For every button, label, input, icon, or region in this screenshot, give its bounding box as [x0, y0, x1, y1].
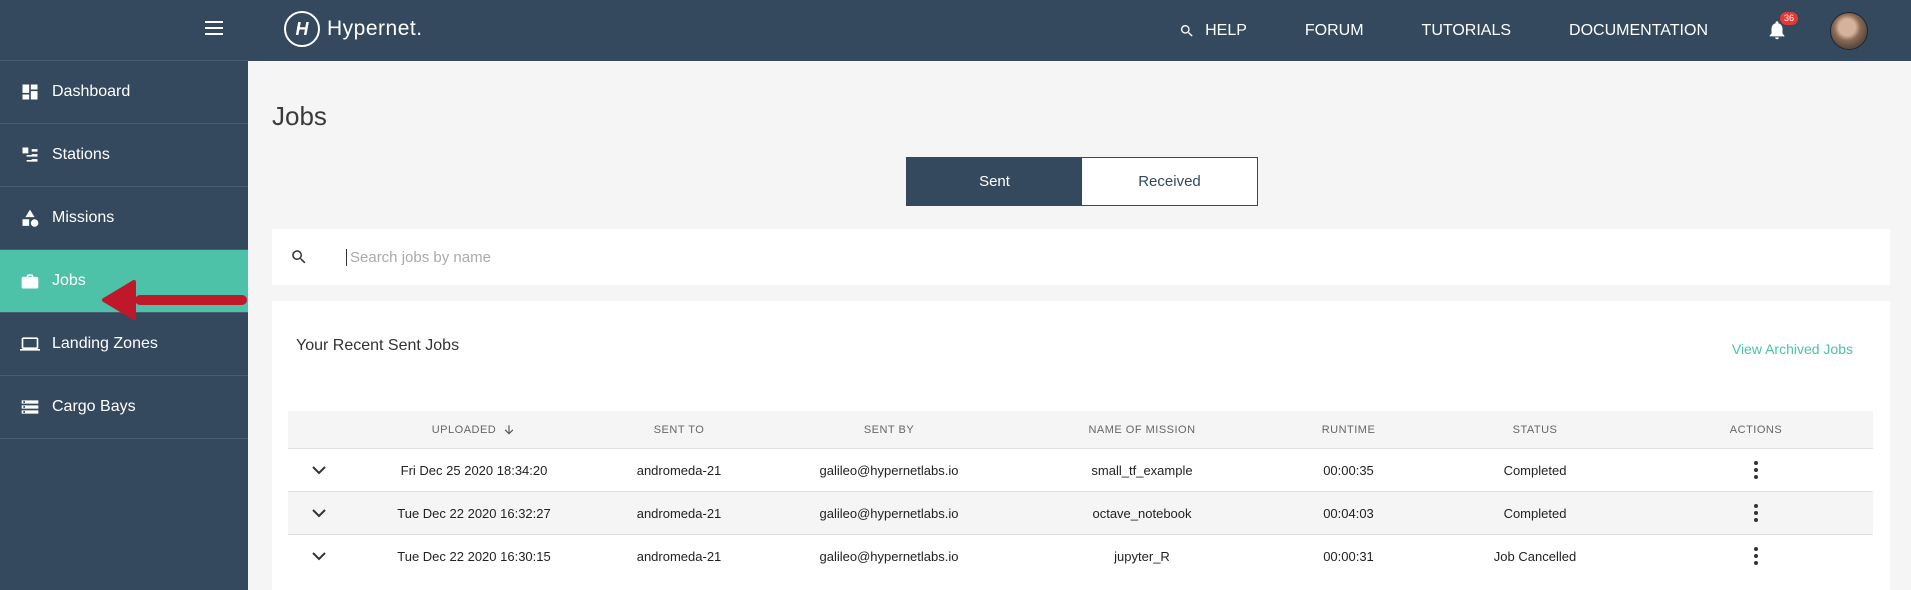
brand-logo[interactable]: H Hypernet. [284, 11, 423, 47]
tab-sent[interactable]: Sent [907, 158, 1082, 205]
menu-toggle-icon[interactable] [205, 21, 223, 35]
table-header: UPLOADED SENT TO SENT BY NAME OF MISSION… [288, 411, 1873, 448]
more-actions-icon[interactable] [1754, 547, 1758, 565]
cell-sent-to: andromeda-21 [636, 505, 722, 521]
header-status: STATUS [1512, 423, 1558, 436]
jobs-table: UPLOADED SENT TO SENT BY NAME OF MISSION… [288, 411, 1873, 577]
expand-chevron-icon[interactable] [312, 508, 326, 518]
laptop-icon [20, 334, 40, 354]
sent-received-toggle: Sent Received [906, 157, 1258, 206]
more-actions-icon[interactable] [1754, 504, 1758, 522]
sidebar-item-cargo-bays[interactable]: Cargo Bays [0, 376, 248, 439]
recent-jobs-card: Your Recent Sent Jobs View Archived Jobs… [272, 301, 1890, 590]
section-title: Your Recent Sent Jobs [296, 337, 460, 354]
avatar[interactable] [1830, 11, 1868, 50]
sidebar-item-label: Missions [52, 209, 115, 226]
cell-sent-to: andromeda-21 [636, 548, 722, 564]
storage-icon [20, 397, 40, 417]
table-row: Fri Dec 25 2020 18:34:20 andromeda-21 ga… [288, 448, 1873, 491]
cell-status: Job Cancelled [1493, 548, 1577, 564]
table-row: Tue Dec 22 2020 16:32:27 andromeda-21 ga… [288, 491, 1873, 534]
sidebar-item-landing-zones[interactable]: Landing Zones [0, 313, 248, 376]
top-bar: H Hypernet. HELP FORUM TUTORIALS DOCUMEN… [248, 0, 1911, 61]
header-sent-by: SENT BY [863, 423, 915, 436]
logo-mark: H [284, 11, 320, 47]
cell-sent-by: galileo@hypernetlabs.io [819, 548, 959, 564]
tutorials-link[interactable]: TUTORIALS [1422, 22, 1512, 40]
cell-uploaded: Tue Dec 22 2020 16:32:27 [397, 505, 551, 521]
header-mission: NAME OF MISSION [1088, 423, 1196, 436]
brand-name: Hypernet. [327, 17, 423, 40]
cell-sent-by: galileo@hypernetlabs.io [819, 505, 959, 521]
cell-runtime: 00:04:03 [1323, 505, 1374, 521]
sidebar-item-label: Stations [52, 146, 110, 163]
header-runtime: RUNTIME [1321, 423, 1376, 436]
search-icon [1181, 24, 1193, 37]
top-nav: HELP FORUM TUTORIALS DOCUMENTATION 36 [1179, 0, 1911, 61]
main-content: Jobs Sent Received Your Recent Sent Jobs… [248, 61, 1911, 590]
forum-link[interactable]: FORUM [1305, 22, 1364, 40]
cell-status: Completed [1503, 505, 1567, 521]
notifications-button[interactable]: 36 [1766, 11, 1799, 43]
cell-runtime: 00:00:31 [1323, 548, 1374, 564]
search-bar [272, 229, 1890, 285]
sidebar-item-stations[interactable]: Stations [0, 124, 248, 187]
sidebar-item-dashboard[interactable]: Dashboard [0, 61, 248, 124]
cell-mission: jupyter_R [1114, 548, 1170, 564]
search-input[interactable] [346, 248, 1746, 266]
sidebar-nav: Dashboard Stations Missions Jobs Landing… [0, 61, 248, 439]
sidebar-item-label: Cargo Bays [52, 398, 136, 415]
sort-uploaded-header[interactable]: UPLOADED [350, 423, 598, 437]
expand-chevron-icon[interactable] [312, 551, 326, 561]
help-label: HELP [1205, 21, 1247, 39]
page-title: Jobs [272, 101, 327, 131]
header-actions: ACTIONS [1729, 423, 1783, 436]
dashboard-icon [20, 82, 40, 102]
cell-sent-to: andromeda-21 [636, 462, 722, 478]
cell-status: Completed [1503, 462, 1567, 478]
view-archived-jobs-link[interactable]: View Archived Jobs [1732, 341, 1853, 357]
cell-mission: octave_notebook [1092, 505, 1192, 521]
cell-uploaded: Tue Dec 22 2020 16:30:15 [397, 548, 551, 564]
briefcase-icon [20, 271, 40, 291]
documentation-link[interactable]: DOCUMENTATION [1569, 22, 1708, 40]
stations-icon [20, 145, 40, 165]
cell-uploaded: Fri Dec 25 2020 18:34:20 [400, 462, 548, 478]
annotation-arrow-icon [102, 280, 247, 320]
sidebar-item-missions[interactable]: Missions [0, 187, 248, 250]
cell-runtime: 00:00:35 [1323, 462, 1374, 478]
notification-badge: 36 [1780, 11, 1799, 25]
tab-received[interactable]: Received [1082, 158, 1257, 205]
search-icon [292, 250, 306, 264]
arrow-down-icon [504, 424, 514, 435]
header-uploaded: UPLOADED [431, 423, 497, 436]
table-row: Tue Dec 22 2020 16:30:15 andromeda-21 ga… [288, 534, 1873, 577]
cell-sent-by: galileo@hypernetlabs.io [819, 462, 959, 478]
help-link[interactable]: HELP [1179, 22, 1247, 40]
more-actions-icon[interactable] [1754, 461, 1758, 479]
sidebar-item-label: Dashboard [52, 83, 131, 100]
missions-icon [20, 208, 40, 228]
cell-mission: small_tf_example [1091, 462, 1193, 478]
sidebar-header [0, 0, 248, 61]
expand-chevron-icon[interactable] [312, 465, 326, 475]
sidebar-item-label: Landing Zones [52, 335, 158, 352]
header-sent-to: SENT TO [653, 423, 705, 436]
sidebar-item-label: Jobs [52, 272, 86, 289]
